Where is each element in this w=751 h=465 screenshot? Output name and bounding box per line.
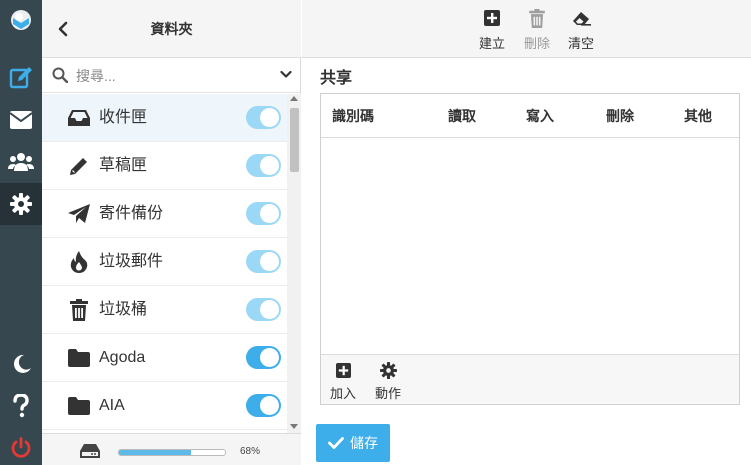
share-table-header: 識別碼 讀取 寫入 刪除 其他	[321, 94, 739, 138]
mail-icon	[10, 111, 32, 129]
folder-name: Agoda	[99, 349, 146, 366]
folder-name: AIA	[99, 397, 125, 414]
help-button[interactable]	[0, 385, 42, 427]
clear-button[interactable]: 清空	[561, 8, 601, 54]
delete-label: 刪除	[523, 36, 550, 51]
folder-settings-pane: 建立 刪除 清空 共享 識別碼 讀取 寫入 刪除 其他 加入 動作 儲存	[302, 0, 751, 465]
folder-search	[42, 58, 301, 93]
pencil-icon	[68, 155, 90, 177]
folder-name: 草稿匣	[99, 157, 148, 174]
folder-name: 垃圾桶	[99, 301, 148, 318]
chevron-down-icon[interactable]	[280, 70, 292, 79]
share-actions-button[interactable]: 動作	[371, 361, 405, 402]
compose-button[interactable]	[0, 57, 42, 99]
create-button[interactable]: 建立	[472, 8, 512, 54]
folders-panel: 資料夾 收件匣	[42, 0, 301, 465]
clear-label: 清空	[567, 36, 594, 51]
mail-button[interactable]	[0, 99, 42, 141]
plus-square-icon	[484, 10, 500, 26]
trash-icon	[529, 8, 545, 28]
folder-subscribe-toggle[interactable]	[246, 250, 281, 273]
storage-quota: 68%	[42, 433, 301, 465]
paper-plane-icon	[68, 203, 90, 225]
folders-title: 資料夾	[150, 21, 193, 37]
contacts-icon	[8, 153, 34, 171]
hard-drive-icon	[80, 444, 100, 458]
power-icon	[11, 437, 31, 458]
folder-row-agoda[interactable]: Agoda	[42, 334, 287, 382]
folder-row-drafts[interactable]: 草稿匣	[42, 142, 287, 190]
add-share-button[interactable]: 加入	[326, 361, 360, 402]
folder-name: 收件匣	[99, 109, 148, 126]
save-label: 儲存	[350, 435, 378, 451]
column-write: 寫入	[526, 108, 554, 124]
folder-row-aia[interactable]: AIA	[42, 382, 287, 430]
quota-fill	[119, 450, 192, 455]
checkmark-icon	[328, 437, 344, 449]
column-other: 其他	[684, 108, 712, 124]
folder-row-junk[interactable]: 垃圾郵件	[42, 238, 287, 286]
create-label: 建立	[478, 36, 505, 51]
search-icon	[52, 67, 68, 83]
chevron-left-icon	[58, 21, 68, 37]
toolbar: 建立 刪除 清空	[302, 0, 751, 58]
folders-header: 資料夾	[42, 0, 301, 58]
moon-icon	[13, 354, 31, 373]
add-share-label: 加入	[329, 386, 356, 401]
folder-subscribe-toggle[interactable]	[246, 394, 281, 417]
folder-list: 收件匣 草稿匣 寄件備份 垃圾郵件 垃圾桶 Agoda AIA	[42, 94, 287, 433]
scroll-thumb[interactable]	[290, 108, 299, 172]
share-section-title: 共享	[320, 70, 353, 87]
folder-subscribe-toggle[interactable]	[246, 106, 281, 129]
folder-icon	[68, 347, 90, 369]
column-identifier: 識別碼	[332, 108, 374, 124]
logout-button[interactable]	[0, 427, 42, 465]
column-read: 讀取	[448, 108, 476, 124]
contacts-button[interactable]	[0, 141, 42, 183]
folder-name: 寄件備份	[99, 205, 164, 222]
save-button[interactable]: 儲存	[316, 424, 390, 462]
folder-row-sent[interactable]: 寄件備份	[42, 190, 287, 238]
share-table-footer: 加入 動作	[321, 354, 739, 404]
folder-name: 垃圾郵件	[99, 253, 164, 270]
share-acl-table: 識別碼 讀取 寫入 刪除 其他 加入 動作	[320, 93, 740, 405]
scroll-down-arrow[interactable]	[290, 424, 298, 429]
quota-percent: 68%	[240, 446, 261, 457]
logo-button[interactable]	[0, 0, 42, 42]
gear-icon	[379, 361, 397, 379]
folder-row-trash[interactable]: 垃圾桶	[42, 286, 287, 334]
share-actions-label: 動作	[374, 386, 401, 401]
folder-row-inbox[interactable]: 收件匣	[42, 94, 287, 142]
back-button[interactable]	[54, 18, 72, 40]
theme-toggle-button[interactable]	[0, 343, 42, 385]
scroll-up-arrow[interactable]	[290, 96, 298, 101]
folder-icon	[68, 395, 90, 417]
folder-list-scrollbar[interactable]	[287, 94, 301, 433]
column-delete: 刪除	[606, 108, 634, 124]
app-rail	[0, 0, 42, 465]
quota-bar	[118, 449, 226, 456]
inbox-icon	[68, 107, 90, 129]
fire-icon	[68, 251, 90, 273]
folder-subscribe-toggle[interactable]	[246, 346, 281, 369]
folder-subscribe-toggle[interactable]	[246, 202, 281, 225]
folder-subscribe-toggle[interactable]	[246, 154, 281, 177]
logo-icon	[11, 10, 31, 30]
eraser-icon	[573, 12, 591, 26]
compose-icon	[9, 67, 32, 89]
settings-button[interactable]	[0, 183, 42, 225]
folder-subscribe-toggle[interactable]	[246, 298, 281, 321]
settings-gear-icon	[10, 193, 32, 215]
help-icon	[13, 394, 29, 418]
trash-icon	[68, 299, 90, 321]
delete-button[interactable]: 刪除	[517, 8, 557, 54]
folder-search-input[interactable]	[76, 65, 266, 87]
plus-square-icon	[335, 362, 351, 378]
